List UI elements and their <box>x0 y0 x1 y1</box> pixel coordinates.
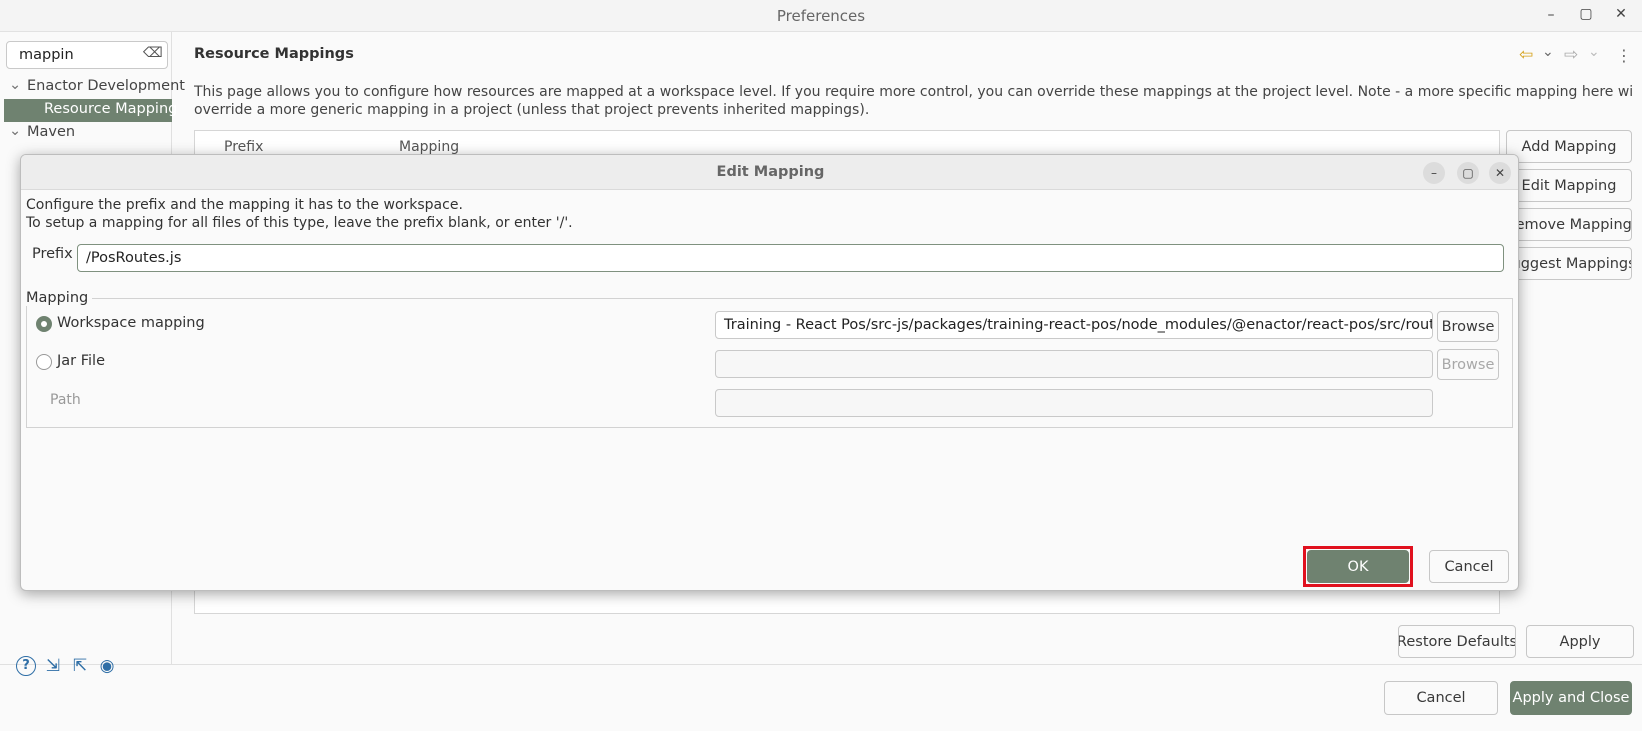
back-dropdown-icon[interactable]: ⌄ <box>1542 44 1554 60</box>
ok-button[interactable]: OK <box>1307 550 1409 583</box>
apply-and-close-button[interactable]: Apply and Close <box>1510 681 1632 715</box>
tree-chevron-icon[interactable]: ⌄ <box>9 123 21 139</box>
workspace-browse-button[interactable]: Browse <box>1437 311 1499 342</box>
window-maximize-button[interactable]: ▢ <box>1575 6 1597 22</box>
column-header-prefix[interactable]: Prefix <box>224 139 263 155</box>
workspace-path-value: Training - React Pos/src-js/packages/tra… <box>724 317 1433 333</box>
dialog-minimize-button[interactable]: – <box>1423 162 1445 184</box>
apply-button[interactable]: Apply <box>1526 625 1634 658</box>
dialog-close-button[interactable]: ✕ <box>1489 162 1511 184</box>
dialog-titlebar: Edit Mapping – ▢ ✕ <box>21 155 1518 190</box>
footer-divider <box>0 664 1642 665</box>
window-close-button[interactable]: ✕ <box>1610 6 1632 22</box>
record-icon[interactable]: ◉ <box>97 656 117 676</box>
window-title: Preferences <box>776 7 866 25</box>
page-title: Resource Mappings <box>194 46 354 62</box>
dialog-instructions-line2: To setup a mapping for all files of this… <box>26 215 573 231</box>
window-titlebar: Preferences – ▢ ✕ <box>0 0 1642 32</box>
jar-browse-button[interactable]: Browse <box>1437 349 1499 380</box>
import-icon[interactable]: ⇲ <box>43 656 63 676</box>
column-header-mapping[interactable]: Mapping <box>399 139 459 155</box>
dialog-title: Edit Mapping <box>716 164 825 180</box>
tree-item-label: Resource Mapping <box>44 101 178 117</box>
window-minimize-button[interactable]: – <box>1540 7 1562 23</box>
filter-text: mappin <box>19 47 74 63</box>
path-label: Path <box>50 392 81 408</box>
edit-mapping-button[interactable]: Edit Mapping <box>1506 169 1632 202</box>
restore-defaults-button[interactable]: Restore Defaults <box>1398 625 1516 658</box>
footer-cancel-button[interactable]: Cancel <box>1384 681 1498 715</box>
workspace-mapping-label[interactable]: Workspace mapping <box>57 315 205 331</box>
page-description-line2: override a more generic mapping in a pro… <box>194 102 870 118</box>
help-icon[interactable]: ? <box>16 656 36 676</box>
filter-clear-icon[interactable]: ⌫ <box>143 45 163 61</box>
forward-dropdown-icon[interactable]: ⌄ <box>1588 44 1600 60</box>
page-description-line1: This page allows you to configure how re… <box>194 84 1634 100</box>
jar-file-radio[interactable] <box>36 354 52 370</box>
jar-file-label[interactable]: Jar File <box>57 353 105 369</box>
tree-chevron-icon[interactable]: ⌄ <box>9 77 21 93</box>
dialog-instructions-line1: Configure the prefix and the mapping it … <box>26 197 463 213</box>
workspace-mapping-radio[interactable] <box>36 316 52 332</box>
tree-item-resource-mapping[interactable]: Resource Mapping <box>4 99 177 122</box>
tree-item-maven[interactable]: Maven <box>27 124 75 140</box>
export-icon[interactable]: ⇱ <box>70 656 90 676</box>
forward-icon[interactable]: ⇨ <box>1564 45 1578 65</box>
mapping-group-label: Mapping <box>26 290 93 306</box>
prefix-input[interactable]: /PosRoutes.js <box>77 244 1504 272</box>
prefix-label: Prefix <box>32 246 73 262</box>
back-icon[interactable]: ⇦ <box>1519 45 1533 65</box>
path-field[interactable] <box>715 389 1433 417</box>
remove-mapping-button[interactable]: Remove Mapping <box>1506 208 1632 241</box>
edit-mapping-dialog: Edit Mapping – ▢ ✕ Configure the prefix … <box>20 154 1519 591</box>
dialog-cancel-button[interactable]: Cancel <box>1429 550 1509 583</box>
prefix-value: /PosRoutes.js <box>86 250 182 266</box>
add-mapping-button[interactable]: Add Mapping <box>1506 130 1632 163</box>
dialog-maximize-button[interactable]: ▢ <box>1457 162 1479 184</box>
workspace-path-field[interactable]: Training - React Pos/src-js/packages/tra… <box>715 311 1433 339</box>
suggest-mappings-button[interactable]: Suggest Mappings <box>1506 247 1632 280</box>
jar-file-field[interactable] <box>715 350 1433 378</box>
view-menu-icon[interactable]: ⋮ <box>1616 46 1632 65</box>
tree-item-enactor-development[interactable]: Enactor Development <box>27 78 185 94</box>
